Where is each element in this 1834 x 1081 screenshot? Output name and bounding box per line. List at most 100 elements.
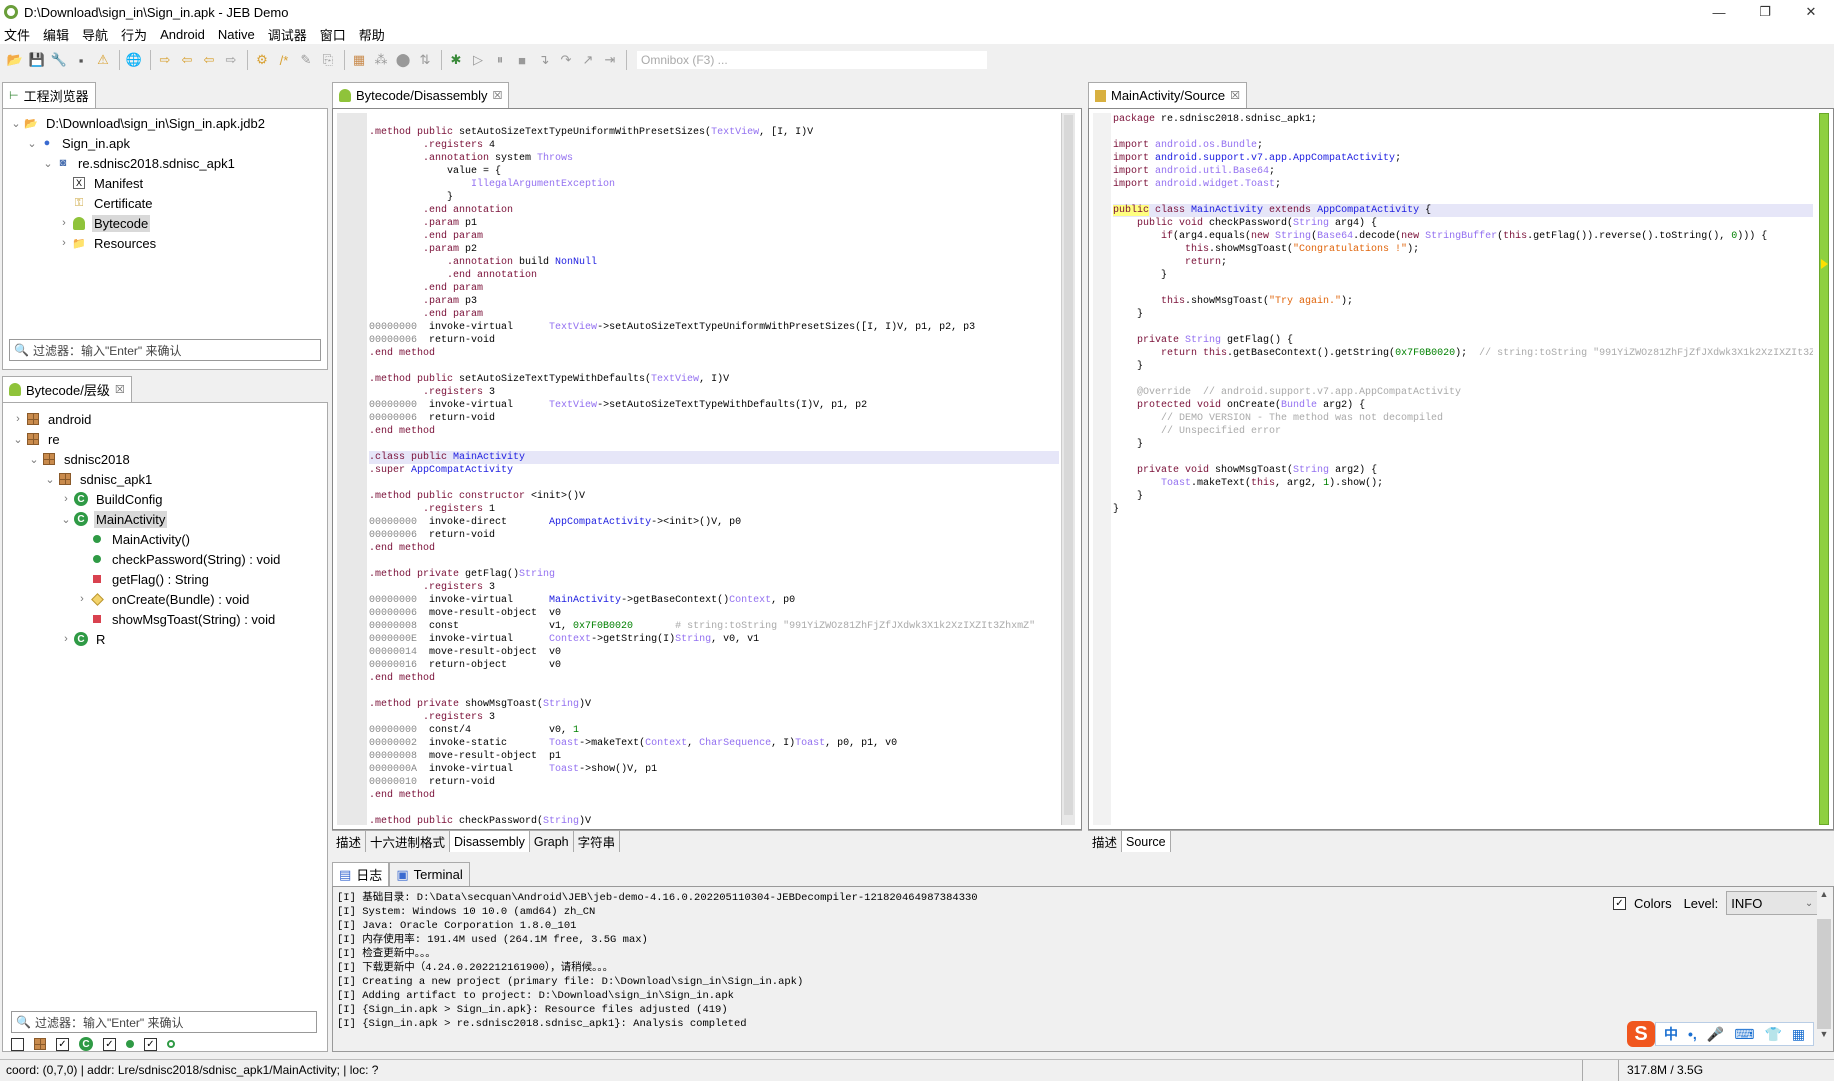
level-select[interactable]: INFO ⌄ bbox=[1726, 891, 1819, 915]
code-line[interactable]: } bbox=[1113, 308, 1813, 321]
close-tab-icon[interactable]: ☒ bbox=[115, 383, 125, 396]
forward-icon[interactable]: ⇨ bbox=[221, 50, 241, 70]
nodes-icon[interactable]: ⬤ bbox=[393, 50, 413, 70]
tab-log[interactable]: ▤ 日志 bbox=[332, 862, 390, 886]
menu-item[interactable]: 行为 bbox=[121, 25, 147, 44]
code-line[interactable]: .method private showMsgToast(String)V bbox=[369, 698, 1059, 711]
code-line[interactable]: .annotation build NonNull bbox=[369, 256, 1059, 269]
code-line[interactable]: .end param bbox=[369, 308, 1059, 321]
code-line[interactable]: .registers 3 bbox=[369, 386, 1059, 399]
code-line[interactable] bbox=[1113, 126, 1813, 139]
code-line[interactable]: .registers 4 bbox=[369, 139, 1059, 152]
scrollbar-thumb[interactable] bbox=[1817, 919, 1831, 1029]
step-over-icon[interactable]: ↷ bbox=[556, 50, 576, 70]
code-line[interactable]: .end method bbox=[369, 672, 1059, 685]
code-line[interactable]: .end method bbox=[369, 789, 1059, 802]
tree-item[interactable]: X Manifest bbox=[9, 173, 327, 193]
ime-keyboard-icon[interactable]: ⌨ bbox=[1734, 1026, 1754, 1043]
menu-item[interactable]: Native bbox=[218, 27, 255, 42]
jump-from-icon[interactable]: ⇦ bbox=[177, 50, 197, 70]
code-line[interactable]: } bbox=[1113, 269, 1813, 282]
code-line[interactable]: .class public MainActivity bbox=[369, 451, 1059, 464]
code-line[interactable] bbox=[369, 685, 1059, 698]
tree-item[interactable]: ⌄ ◙ re.sdnisc2018.sdnisc_apk1 bbox=[9, 153, 327, 173]
tree-item[interactable]: ⌄ ● Sign_in.apk bbox=[9, 133, 327, 153]
bottom-tab[interactable]: Graph bbox=[530, 831, 574, 852]
filter-checkbox[interactable]: ✓ bbox=[144, 1037, 157, 1051]
code-line[interactable]: private void showMsgToast(String arg2) { bbox=[1113, 464, 1813, 477]
comment-icon[interactable]: /* bbox=[274, 50, 294, 70]
code-line[interactable]: 0000000A invoke-virtual Toast->show()V, … bbox=[369, 763, 1059, 776]
code-line[interactable]: .method public constructor <init>()V bbox=[369, 490, 1059, 503]
chevron-right-icon[interactable]: › bbox=[57, 237, 71, 249]
run-to-icon[interactable]: ⇥ bbox=[600, 50, 620, 70]
tree-item[interactable]: › C R bbox=[11, 629, 327, 649]
code-line[interactable]: .registers 3 bbox=[369, 711, 1059, 724]
code-line[interactable]: } bbox=[1113, 438, 1813, 451]
close-tab-icon[interactable]: ☒ bbox=[1230, 89, 1240, 102]
chevron-down-icon[interactable]: ⌄ bbox=[11, 433, 25, 446]
code-line[interactable] bbox=[1113, 373, 1813, 386]
code-line[interactable]: } bbox=[369, 191, 1059, 204]
code-line[interactable]: .param p2 bbox=[369, 243, 1059, 256]
code-line[interactable]: @Override // android.support.v7.app.AppC… bbox=[1113, 386, 1813, 399]
chevron-right-icon[interactable]: › bbox=[59, 493, 73, 505]
step-into-icon[interactable]: ↴ bbox=[534, 50, 554, 70]
tab-mainactivity-source[interactable]: MainActivity/Source ☒ bbox=[1088, 82, 1248, 108]
code-line[interactable] bbox=[369, 360, 1059, 373]
tree-item[interactable]: MainActivity() bbox=[11, 529, 327, 549]
save-icon[interactable]: 💾 bbox=[27, 50, 47, 70]
menu-item[interactable]: 窗口 bbox=[320, 25, 346, 44]
code-line[interactable]: public void checkPassword(String arg4) { bbox=[1113, 217, 1813, 230]
tree-item[interactable]: › android bbox=[11, 409, 327, 429]
code-line[interactable]: value = { bbox=[369, 165, 1059, 178]
ime-skin-icon[interactable]: 👕 bbox=[1764, 1026, 1781, 1043]
code-line[interactable]: import android.support.v7.app.AppCompatA… bbox=[1113, 152, 1813, 165]
code-line[interactable]: public class MainActivity extends AppCom… bbox=[1113, 204, 1813, 217]
minimize-button[interactable]: — bbox=[1696, 0, 1742, 24]
tree-item[interactable]: › Bytecode bbox=[9, 213, 327, 233]
code-line[interactable]: 00000000 const/4 v0, 1 bbox=[369, 724, 1059, 737]
code-line[interactable]: 00000000 invoke-virtual MainActivity->ge… bbox=[369, 594, 1059, 607]
chevron-right-icon[interactable]: › bbox=[11, 413, 25, 425]
code-line[interactable] bbox=[369, 802, 1059, 815]
tree-item[interactable]: ⌄ re bbox=[11, 429, 327, 449]
tree-item[interactable]: ⌄ C MainActivity bbox=[11, 509, 327, 529]
code-line[interactable]: } bbox=[1113, 360, 1813, 373]
code-line[interactable] bbox=[1113, 321, 1813, 334]
tree-item[interactable]: getFlag() : String bbox=[11, 569, 327, 589]
ime-punctuation-icon[interactable]: •, bbox=[1688, 1026, 1697, 1042]
chevron-right-icon[interactable]: › bbox=[57, 217, 71, 229]
code-line[interactable]: 00000008 move-result-object p1 bbox=[369, 750, 1059, 763]
code-line[interactable]: .end param bbox=[369, 282, 1059, 295]
step-out-icon[interactable]: ↗ bbox=[578, 50, 598, 70]
omnibox-input[interactable]: Omnibox (F3) ... bbox=[637, 51, 987, 69]
code-line[interactable]: .end annotation bbox=[369, 204, 1059, 217]
code-line[interactable]: protected void onCreate(Bundle arg2) { bbox=[1113, 399, 1813, 412]
code-line[interactable]: .param p3 bbox=[369, 295, 1059, 308]
tab-terminal[interactable]: ▣ Terminal bbox=[389, 862, 470, 886]
tree-item[interactable]: ⌄ sdnisc_apk1 bbox=[11, 469, 327, 489]
tree-item[interactable]: showMsgToast(String) : void bbox=[11, 609, 327, 629]
bottom-tab[interactable]: Source bbox=[1122, 831, 1171, 852]
code-line[interactable]: .method public setAutoSizeTextTypeWithDe… bbox=[369, 373, 1059, 386]
bottom-tab[interactable]: Disassembly bbox=[450, 831, 530, 852]
filter-checkbox[interactable] bbox=[11, 1037, 24, 1051]
code-line[interactable]: import android.os.Bundle; bbox=[1113, 139, 1813, 152]
chevron-down-icon[interactable]: ⌄ bbox=[27, 453, 41, 466]
tab-project-explorer[interactable]: ⊢ 工程浏览器 bbox=[2, 82, 96, 108]
code-line[interactable]: .method private getFlag()String bbox=[369, 568, 1059, 581]
code-line[interactable]: .registers 3 bbox=[369, 581, 1059, 594]
tree-item[interactable]: checkPassword(String) : void bbox=[11, 549, 327, 569]
menu-item[interactable]: Android bbox=[160, 27, 205, 42]
open-folder-icon[interactable]: 📂 bbox=[5, 50, 25, 70]
code-line[interactable]: 00000006 return-void bbox=[369, 412, 1059, 425]
code-line[interactable]: .method public setAutoSizeTextTypeUnifor… bbox=[369, 126, 1059, 139]
maximize-button[interactable]: ❐ bbox=[1742, 0, 1788, 24]
globe-icon[interactable]: 🌐 bbox=[124, 50, 144, 70]
code-line[interactable]: return this.getBaseContext().getString(0… bbox=[1113, 347, 1813, 360]
tree-item[interactable]: › C BuildConfig bbox=[11, 489, 327, 509]
code-line[interactable]: private String getFlag() { bbox=[1113, 334, 1813, 347]
chevron-right-icon[interactable]: › bbox=[59, 633, 73, 645]
colors-checkbox[interactable]: ✓ bbox=[1613, 896, 1626, 910]
